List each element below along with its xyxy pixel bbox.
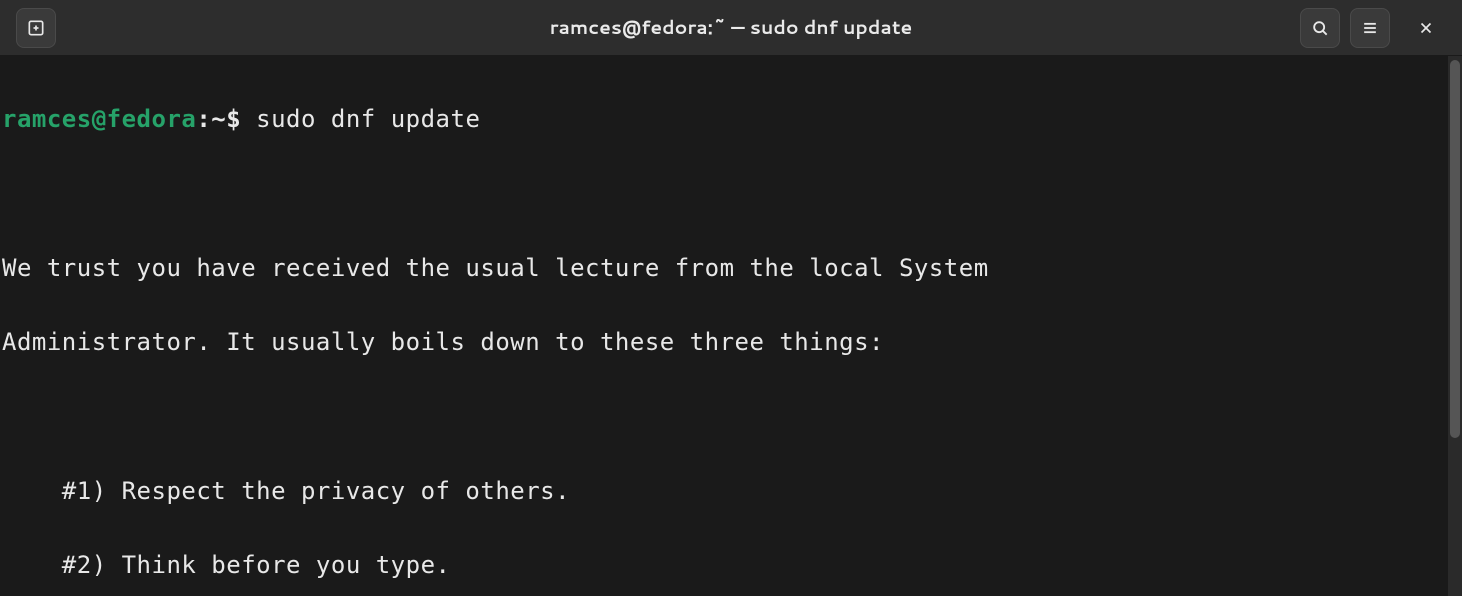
new-tab-icon <box>26 18 46 38</box>
prompt-symbol: $ <box>226 105 241 133</box>
window-title: ramces@fedora:~ — sudo dnf update <box>0 14 1462 41</box>
prompt-userhost: ramces@fedora <box>2 105 196 133</box>
titlebar: ramces@fedora:~ — sudo dnf update <box>0 0 1462 56</box>
lecture-rule: #2) Think before you type. <box>2 547 1446 584</box>
menu-button[interactable] <box>1350 8 1390 48</box>
scrollbar[interactable] <box>1448 56 1462 596</box>
lecture-rule: #1) Respect the privacy of others. <box>2 473 1446 510</box>
prompt-line: ramces@fedora:~$ sudo dnf update <box>2 101 1446 138</box>
lecture-line: Administrator. It usually boils down to … <box>2 324 1446 361</box>
prompt-path: ~ <box>211 105 226 133</box>
command-text: sudo dnf update <box>256 105 480 133</box>
close-icon <box>1417 19 1435 37</box>
hamburger-icon <box>1360 18 1380 38</box>
prompt-sep: : <box>196 105 211 133</box>
new-tab-button[interactable] <box>16 8 56 48</box>
lecture-line: We trust you have received the usual lec… <box>2 250 1446 287</box>
search-icon <box>1310 18 1330 38</box>
scrollbar-thumb[interactable] <box>1450 60 1460 438</box>
search-button[interactable] <box>1300 8 1340 48</box>
close-button[interactable] <box>1406 8 1446 48</box>
terminal-output[interactable]: ramces@fedora:~$ sudo dnf update We trus… <box>0 56 1448 596</box>
